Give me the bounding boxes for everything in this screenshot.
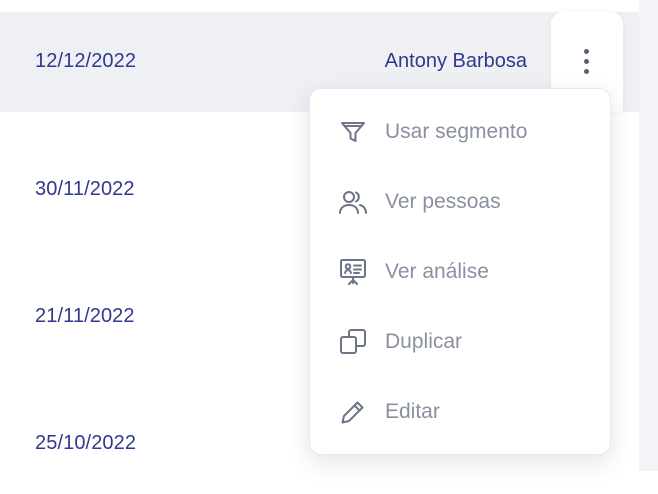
- row-date: 21/11/2022: [35, 305, 135, 327]
- kebab-vertical-icon: [584, 49, 590, 74]
- filter-icon: [338, 117, 368, 147]
- menu-item-ver-pessoas[interactable]: Ver pessoas: [310, 177, 610, 227]
- row-owner: Antony Barbosa: [384, 50, 527, 72]
- pencil-icon: [338, 397, 368, 427]
- menu-item-label: Ver pessoas: [385, 190, 501, 213]
- menu-item-label: Usar segmento: [385, 120, 528, 143]
- menu-item-label: Ver análise: [385, 260, 489, 283]
- row-date: 12/12/2022: [35, 50, 137, 72]
- duplicate-icon: [338, 327, 368, 357]
- menu-item-editar[interactable]: Editar: [310, 387, 610, 437]
- menu-item-duplicar[interactable]: Duplicar: [310, 317, 610, 367]
- menu-item-usar-segmento[interactable]: Usar segmento: [310, 107, 610, 157]
- people-icon: [338, 187, 368, 217]
- row-date: 25/10/2022: [35, 432, 137, 454]
- menu-item-label: Editar: [385, 400, 440, 423]
- row-date: 30/11/2022: [35, 178, 135, 200]
- row-actions-menu: Usar segmento Ver pessoas Ver análise Du…: [309, 88, 611, 455]
- menu-item-ver-analise[interactable]: Ver análise: [310, 247, 610, 297]
- scrollbar-track[interactable]: [639, 0, 658, 471]
- menu-item-label: Duplicar: [385, 330, 463, 353]
- presentation-chart-icon: [338, 257, 368, 287]
